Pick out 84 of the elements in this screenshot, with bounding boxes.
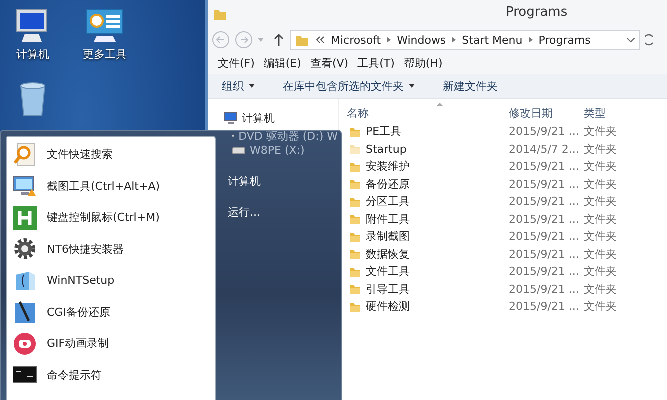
file-name[interactable]: PE工具 bbox=[366, 124, 402, 140]
computer-icon bbox=[224, 112, 238, 124]
type-cell-text: 文件夹 bbox=[584, 212, 618, 227]
file-name[interactable]: 录制截图 bbox=[366, 229, 410, 244]
program-item[interactable]: 截图工具(Ctrl+Alt+A) bbox=[47, 178, 160, 194]
double-chevron-icon bbox=[315, 36, 325, 44]
breadcrumb-arrow-icon bbox=[452, 37, 456, 43]
desktop-icon-label[interactable]: 计算机 bbox=[16, 47, 50, 62]
dropdown-caret-icon[interactable] bbox=[627, 38, 635, 42]
control-panel-icon[interactable] bbox=[85, 8, 125, 44]
breadcrumb-item[interactable]: Windows bbox=[397, 34, 446, 46]
toolbar-button[interactable]: 新建文件夹 bbox=[443, 78, 498, 94]
toolbar-button[interactable]: 在库中包含所选的文件夹 bbox=[283, 78, 415, 94]
refresh-icon[interactable] bbox=[645, 33, 655, 47]
start-menu-link[interactable]: 计算机 bbox=[228, 174, 261, 189]
type-cell-text: 文件夹 bbox=[584, 299, 618, 314]
date-cell-text: 2015/9/21 ... bbox=[509, 230, 580, 244]
toolbar-button[interactable]: 组织 bbox=[222, 78, 255, 94]
file-name[interactable]: 附件工具 bbox=[366, 212, 410, 227]
date-cell-text: 2015/9/21 ... bbox=[509, 160, 580, 174]
file-name[interactable]: 硬件检测 bbox=[366, 299, 410, 314]
caret-icon bbox=[409, 84, 415, 88]
date-cell-text: 2015/9/21 ... bbox=[509, 300, 580, 314]
breadcrumb-item[interactable]: Programs bbox=[538, 34, 591, 46]
file-name[interactable]: 安装维护 bbox=[366, 159, 410, 174]
desktop-icon-label[interactable]: 更多工具 bbox=[83, 47, 127, 62]
letter-h-tile-icon bbox=[13, 206, 37, 230]
column-header[interactable]: 类型 bbox=[584, 106, 644, 120]
sort-caret-icon bbox=[437, 103, 443, 106]
menu-item[interactable]: 文件(F) bbox=[218, 56, 255, 71]
date-cell-text: 2015/9/21 ... bbox=[509, 178, 580, 191]
menu-item[interactable]: 帮助(H) bbox=[404, 56, 443, 71]
program-item[interactable]: 键盘控制鼠标(Ctrl+M) bbox=[47, 210, 160, 226]
column-header[interactable]: 修改日期 bbox=[509, 106, 584, 120]
date-cell-text: 2015/9/21 ... bbox=[509, 212, 580, 226]
program-item[interactable]: 命令提示符 bbox=[47, 368, 102, 383]
file-name[interactable]: 数据恢复 bbox=[366, 246, 410, 262]
menu-item[interactable]: 查看(V) bbox=[310, 56, 349, 71]
pen-icon bbox=[13, 300, 37, 324]
date-cell-text: 2015/9/21 ... bbox=[509, 282, 580, 296]
navigation-item[interactable]: 计算机 bbox=[242, 110, 275, 126]
window-title: Programs bbox=[506, 5, 568, 20]
navigation-item[interactable]: DVD 驱动器 (D:) W bbox=[238, 128, 338, 144]
type-cell-text: 文件夹 bbox=[584, 142, 618, 157]
up-arrow-icon[interactable] bbox=[273, 33, 285, 47]
menu-item[interactable]: 编辑(E) bbox=[264, 56, 302, 71]
file-name[interactable]: Startup bbox=[366, 142, 407, 156]
start-menu-link[interactable]: 运行... bbox=[228, 205, 261, 220]
program-item[interactable]: WinNTSetup bbox=[47, 274, 115, 288]
folder-icon bbox=[295, 33, 309, 47]
menu-item[interactable]: 工具(T) bbox=[358, 56, 395, 71]
program-item[interactable]: 文件快速搜索 bbox=[47, 147, 113, 162]
program-item[interactable]: GIF动画录制 bbox=[47, 336, 110, 352]
date-cell-text: 2015/9/21 ... bbox=[509, 125, 580, 138]
magnifier-icon bbox=[13, 142, 37, 167]
type-cell-text: 文件夹 bbox=[584, 194, 618, 210]
file-name[interactable]: 文件工具 bbox=[366, 264, 410, 280]
type-cell-text: 文件夹 bbox=[584, 246, 618, 262]
type-cell-text: 文件夹 bbox=[584, 282, 618, 297]
caret-icon bbox=[249, 84, 255, 88]
date-cell-text: 2015/9/21 ... bbox=[509, 248, 580, 261]
file-name[interactable]: 备份还原 bbox=[366, 176, 410, 192]
breadcrumb-arrow-icon bbox=[528, 37, 533, 43]
gear-icon bbox=[13, 237, 37, 262]
monitor-icon bbox=[13, 174, 37, 198]
breadcrumb-item[interactable]: Start Menu bbox=[462, 34, 523, 46]
camera-icon bbox=[13, 332, 37, 356]
program-item[interactable]: NT6快捷安装器 bbox=[47, 242, 124, 257]
date-cell-text: 2015/9/21 ... bbox=[509, 195, 580, 208]
file-name[interactable]: 分区工具 bbox=[366, 194, 410, 210]
type-cell-text: 文件夹 bbox=[584, 159, 618, 174]
address-bar[interactable]: Microsoft Windows Start Menu Programs bbox=[290, 30, 640, 50]
type-cell-text: 文件夹 bbox=[584, 124, 618, 140]
date-cell-text: 2015/9/21 ... bbox=[509, 265, 580, 278]
type-cell-text: 文件夹 bbox=[584, 264, 618, 280]
type-cell-text: 文件夹 bbox=[584, 229, 618, 244]
type-cell-text: 文件夹 bbox=[584, 176, 618, 192]
file-name[interactable]: 引导工具 bbox=[366, 282, 410, 297]
program-item[interactable]: CGI备份还原 bbox=[47, 304, 110, 320]
navigation-item[interactable]: W8PE (X:) bbox=[250, 144, 305, 156]
breadcrumb-item[interactable]: Microsoft bbox=[331, 34, 382, 46]
column-header[interactable]: 名称 bbox=[347, 106, 509, 120]
breadcrumb-arrow-icon bbox=[387, 37, 392, 43]
date-cell-text: 2014/5/7 2... bbox=[509, 142, 580, 156]
